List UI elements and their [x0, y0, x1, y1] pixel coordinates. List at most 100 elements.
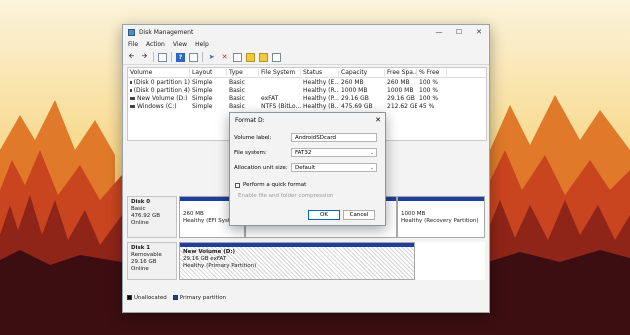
disk-1-new-volume-partition[interactable]: New Volume (D:) 29.16 GB exFAT Healthy (…: [179, 242, 415, 280]
partition-name: New Volume (D:): [183, 249, 236, 255]
connect-icon[interactable]: ➤: [207, 53, 216, 62]
percent-free-cell: 100 %: [419, 94, 439, 102]
drive-icon: [130, 80, 132, 84]
disk-legend: Unallocated Primary partition: [127, 293, 226, 302]
drive-icon: [130, 88, 132, 92]
disk-0-type: Basic: [131, 206, 146, 212]
table-row[interactable]: (Disk 0 partition 1) Simple Basic Health…: [128, 78, 486, 86]
menu-help[interactable]: Help: [195, 41, 209, 48]
volume-cell: New Volume (D:): [128, 95, 190, 102]
open-folder-icon[interactable]: [246, 52, 255, 62]
col-layout[interactable]: Layout: [190, 69, 227, 76]
disk-1-row: Disk 1 Removable 29.16 GB Online New Vol…: [127, 242, 485, 280]
allocation-unit-select[interactable]: Default ⌄: [291, 163, 377, 172]
menu-action[interactable]: Action: [146, 41, 165, 48]
forward-arrow-icon[interactable]: 🡪: [140, 52, 149, 62]
back-arrow-icon[interactable]: 🡨: [127, 52, 136, 62]
maximize-button[interactable]: ☐: [449, 25, 469, 39]
type-cell: Basic: [229, 94, 245, 102]
menu-view[interactable]: View: [173, 41, 187, 48]
free-space-cell: 212.62 GB: [387, 102, 417, 110]
col-type[interactable]: Type: [227, 69, 259, 76]
free-space-cell: 1000 MB: [387, 86, 414, 94]
compression-label: Enable file and folder compression: [238, 193, 334, 199]
disk-0-label[interactable]: Disk 0 Basic 476.92 GB Online: [127, 196, 177, 238]
partition-status: Healthy (Recovery Partition): [401, 218, 479, 224]
status-cell: Healthy (E...: [303, 78, 339, 86]
drive-icon: [130, 96, 135, 100]
type-cell: Basic: [229, 78, 245, 86]
percent-free-cell: 100 %: [419, 78, 439, 86]
free-space-cell: 29.16 GB: [387, 94, 415, 102]
quick-format-label: Perform a quick format: [243, 182, 307, 188]
volume-list-header: Volume Layout Type File System Status Ca…: [128, 68, 486, 78]
chevron-down-icon: ⌄: [369, 165, 374, 171]
table-row[interactable]: (Disk 0 partition 4) Simple Basic Health…: [128, 86, 486, 94]
disk-0-name: Disk 0: [131, 199, 151, 205]
disk-1-status: Online: [131, 266, 149, 272]
disk-1-label[interactable]: Disk 1 Removable 29.16 GB Online: [127, 242, 177, 280]
capacity-cell: 260 MB: [341, 78, 364, 86]
volume-cell: Windows (C:): [128, 103, 190, 110]
help-icon[interactable]: ?: [176, 52, 185, 62]
toolbar-separator: [202, 52, 203, 62]
legend-primary-partition: Primary partition: [179, 294, 227, 301]
rescan-icon[interactable]: [259, 52, 268, 62]
compression-checkbox: Enable file and folder compression: [238, 193, 333, 199]
disk-0-status: Online: [131, 220, 149, 226]
status-cell: Healthy (R...: [303, 86, 339, 94]
toolbar: 🡨 🡪 ? ➤ ✕: [123, 50, 489, 65]
checkbox-box: [235, 182, 240, 188]
file-system-label: File system:: [234, 149, 267, 156]
delete-icon[interactable]: ✕: [220, 53, 229, 62]
col-percent-free[interactable]: % Free: [417, 69, 447, 76]
col-volume[interactable]: Volume: [128, 69, 190, 76]
menu-file[interactable]: File: [128, 41, 138, 48]
close-button[interactable]: ✕: [469, 25, 489, 39]
volume-name: New Volume (D:): [137, 94, 188, 102]
partition-size: 29.16 GB exFAT: [183, 256, 227, 262]
chevron-down-icon: ⌄: [369, 150, 374, 156]
ok-button[interactable]: OK: [308, 210, 340, 220]
toolbar-separator: [171, 52, 172, 62]
col-file-system[interactable]: File System: [259, 69, 301, 76]
free-space-cell: 260 MB: [387, 78, 410, 86]
layout-cell: Simple: [192, 86, 213, 94]
file-system-value: FAT32: [295, 150, 312, 156]
type-cell: Basic: [229, 102, 245, 110]
col-free-space[interactable]: Free Spa...: [385, 69, 417, 76]
window-title: Disk Management: [139, 28, 194, 36]
toolbar-separator: [153, 52, 154, 62]
partition-size: 1000 MB: [401, 211, 426, 217]
disk-1-size: 29.16 GB: [131, 259, 157, 265]
primary-partition-swatch: [172, 295, 178, 300]
properties-icon[interactable]: [189, 52, 198, 62]
title-bar: Disk Management — ☐ ✕: [123, 25, 489, 39]
format-dialog-title-bar: Format D: ✕: [230, 113, 385, 127]
disk-0-recovery-partition[interactable]: 1000 MB Healthy (Recovery Partition): [397, 196, 485, 238]
capacity-cell: 29.16 GB: [341, 94, 369, 102]
volume-label-input[interactable]: AndroidSDcard: [291, 133, 377, 142]
file-system-cell: NTFS (BitLo...: [261, 102, 301, 110]
volume-label-label: Volume label:: [234, 134, 272, 141]
format-dialog-title: Format D:: [235, 116, 265, 124]
volume-name: (Disk 0 partition 1): [133, 78, 190, 86]
volume-cell: (Disk 0 partition 1): [128, 79, 190, 86]
table-row[interactable]: New Volume (D:) Simple Basic exFAT Healt…: [128, 94, 486, 102]
unallocated-swatch: [127, 295, 132, 300]
quick-format-checkbox[interactable]: Perform a quick format: [235, 182, 306, 188]
allocation-unit-value: Default: [295, 165, 316, 171]
status-cell: Healthy (P...: [303, 94, 339, 102]
type-cell: Basic: [229, 86, 245, 94]
table-row[interactable]: Windows (C:) Simple Basic NTFS (BitLo...…: [128, 102, 486, 110]
cancel-button[interactable]: Cancel: [343, 210, 375, 220]
console-tree-icon[interactable]: [158, 52, 167, 62]
minimize-button[interactable]: —: [429, 25, 449, 39]
close-icon[interactable]: ✕: [371, 116, 385, 124]
col-capacity[interactable]: Capacity: [339, 69, 385, 76]
checkbox-list-icon[interactable]: [233, 52, 242, 62]
partition-status: Healthy (Primary Partition): [183, 263, 257, 269]
col-status[interactable]: Status: [301, 69, 339, 76]
settings-panel-icon[interactable]: [272, 52, 281, 62]
file-system-select[interactable]: FAT32 ⌄: [291, 148, 377, 157]
